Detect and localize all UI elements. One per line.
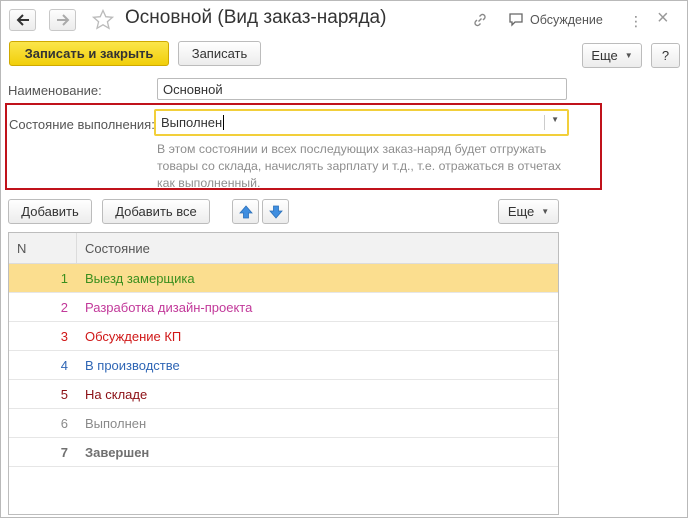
table-row[interactable]: 6 Выполнен xyxy=(9,409,558,438)
row-state: Разработка дизайн-проекта xyxy=(85,300,253,315)
page-title: Основной (Вид заказ-наряда) xyxy=(125,7,387,28)
close-icon[interactable]: × xyxy=(657,7,669,30)
row-state: Выезд замерщика xyxy=(85,271,195,286)
link-icon[interactable] xyxy=(472,12,488,28)
row-state: Выполнен xyxy=(85,416,147,431)
arrow-left-icon xyxy=(16,14,29,26)
column-divider xyxy=(76,233,77,264)
column-header-state[interactable]: Состояние xyxy=(85,241,150,256)
arrow-right-icon xyxy=(56,14,69,26)
row-state: На складе xyxy=(85,387,148,402)
more-actions-icon[interactable]: ⋮ xyxy=(629,13,644,30)
name-field[interactable]: Основной xyxy=(157,78,567,100)
save-button[interactable]: Записать xyxy=(178,41,261,66)
list-more-label: Еще xyxy=(507,204,535,219)
add-all-button[interactable]: Добавить все xyxy=(102,199,210,224)
row-number: 3 xyxy=(60,329,68,344)
more-menu-button[interactable]: Еще ▼ xyxy=(582,43,642,68)
row-number: 7 xyxy=(60,445,68,460)
state-select[interactable]: Выполнен ▼ xyxy=(154,109,569,136)
forward-button[interactable] xyxy=(49,9,76,31)
table-row[interactable]: 4 В производстве xyxy=(9,351,558,380)
back-button[interactable] xyxy=(9,9,36,31)
column-header-n[interactable]: N xyxy=(17,241,26,256)
row-state: В производстве xyxy=(85,358,180,373)
list-more-button[interactable]: Еще ▼ xyxy=(498,199,559,224)
row-number: 5 xyxy=(60,387,68,402)
chevron-down-icon[interactable]: ▼ xyxy=(551,115,559,124)
row-number: 2 xyxy=(60,300,68,315)
row-number: 4 xyxy=(60,358,68,373)
state-label: Состояние выполнения: xyxy=(9,117,155,132)
discussion-button[interactable]: Обсуждение xyxy=(508,12,603,27)
table-row[interactable]: 3 Обсуждение КП xyxy=(9,322,558,351)
arrow-up-icon xyxy=(238,204,253,218)
text-cursor xyxy=(223,115,225,130)
row-number: 6 xyxy=(60,416,68,431)
move-down-button[interactable] xyxy=(262,199,289,224)
arrow-down-icon xyxy=(268,205,283,219)
form-window: Основной (Вид заказ-наряда) Обсуждение ⋮… xyxy=(0,0,688,518)
table-header: N Состояние xyxy=(9,233,558,264)
states-table: N Состояние 1 Выезд замерщика 2 Разработка … xyxy=(8,232,559,515)
row-state: Обсуждение КП xyxy=(85,329,182,344)
state-hint: В этом состоянии и всех последующих зака… xyxy=(157,142,562,190)
more-label: Еще xyxy=(591,48,618,63)
row-number: 1 xyxy=(60,271,68,286)
state-value: Выполнен xyxy=(161,115,223,130)
select-divider xyxy=(544,115,545,130)
table-row[interactable]: 2 Разработка дизайн-проекта xyxy=(9,293,558,322)
discussion-label: Обсуждение xyxy=(530,12,603,27)
table-row[interactable]: 1 Выезд замерщика xyxy=(9,264,558,293)
chevron-down-icon: ▼ xyxy=(541,207,550,216)
help-button[interactable]: ? xyxy=(651,43,680,68)
star-icon[interactable] xyxy=(91,8,115,32)
chat-icon xyxy=(509,13,523,27)
table-row[interactable]: 7 Завершен xyxy=(9,438,558,467)
save-and-close-button[interactable]: Записать и закрыть xyxy=(9,41,169,66)
move-up-button[interactable] xyxy=(232,199,259,224)
add-button[interactable]: Добавить xyxy=(8,199,92,224)
row-state: Завершен xyxy=(85,445,150,460)
chevron-down-icon: ▼ xyxy=(624,51,633,60)
table-row[interactable]: 5 На складе xyxy=(9,380,558,409)
name-label: Наименование: xyxy=(8,83,102,98)
